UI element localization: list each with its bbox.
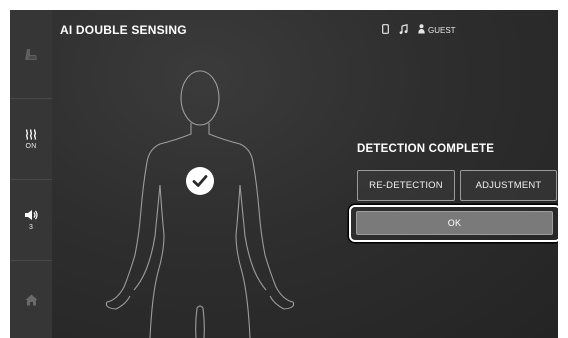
- user-icon: [418, 24, 425, 36]
- heat-icon: [25, 128, 37, 140]
- sidebar-item-heat[interactable]: ON: [10, 99, 52, 179]
- volume-level-label: 3: [28, 224, 34, 231]
- sidebar: ON 3: [10, 10, 52, 338]
- massage-chair-icon: [25, 48, 37, 60]
- checkmark-icon: [186, 167, 214, 195]
- re-detection-button[interactable]: RE-DETECTION: [357, 170, 455, 201]
- music-note-icon: [399, 24, 408, 36]
- heat-status-label: ON: [25, 142, 37, 150]
- adjustment-button[interactable]: ADJUSTMENT: [460, 170, 557, 201]
- phone-icon: [382, 24, 389, 36]
- app-frame: ON 3 AI DOUBLE SENSING GUEST DETECTION C…: [10, 10, 558, 338]
- sidebar-item-home[interactable]: [10, 261, 52, 338]
- sidebar-item-chair[interactable]: [10, 10, 52, 98]
- user-name-label: GUEST: [428, 25, 456, 35]
- ok-button-highlight: OK: [349, 205, 558, 242]
- detection-status-title: DETECTION COMPLETE: [357, 143, 495, 155]
- status-bar: GUEST: [382, 23, 456, 37]
- volume-icon: [25, 210, 38, 220]
- sidebar-item-volume[interactable]: 3: [10, 180, 52, 260]
- ok-button[interactable]: OK: [356, 211, 553, 235]
- home-icon: [25, 294, 37, 305]
- main-panel: AI DOUBLE SENSING GUEST DETECTION COMPLE…: [52, 10, 558, 338]
